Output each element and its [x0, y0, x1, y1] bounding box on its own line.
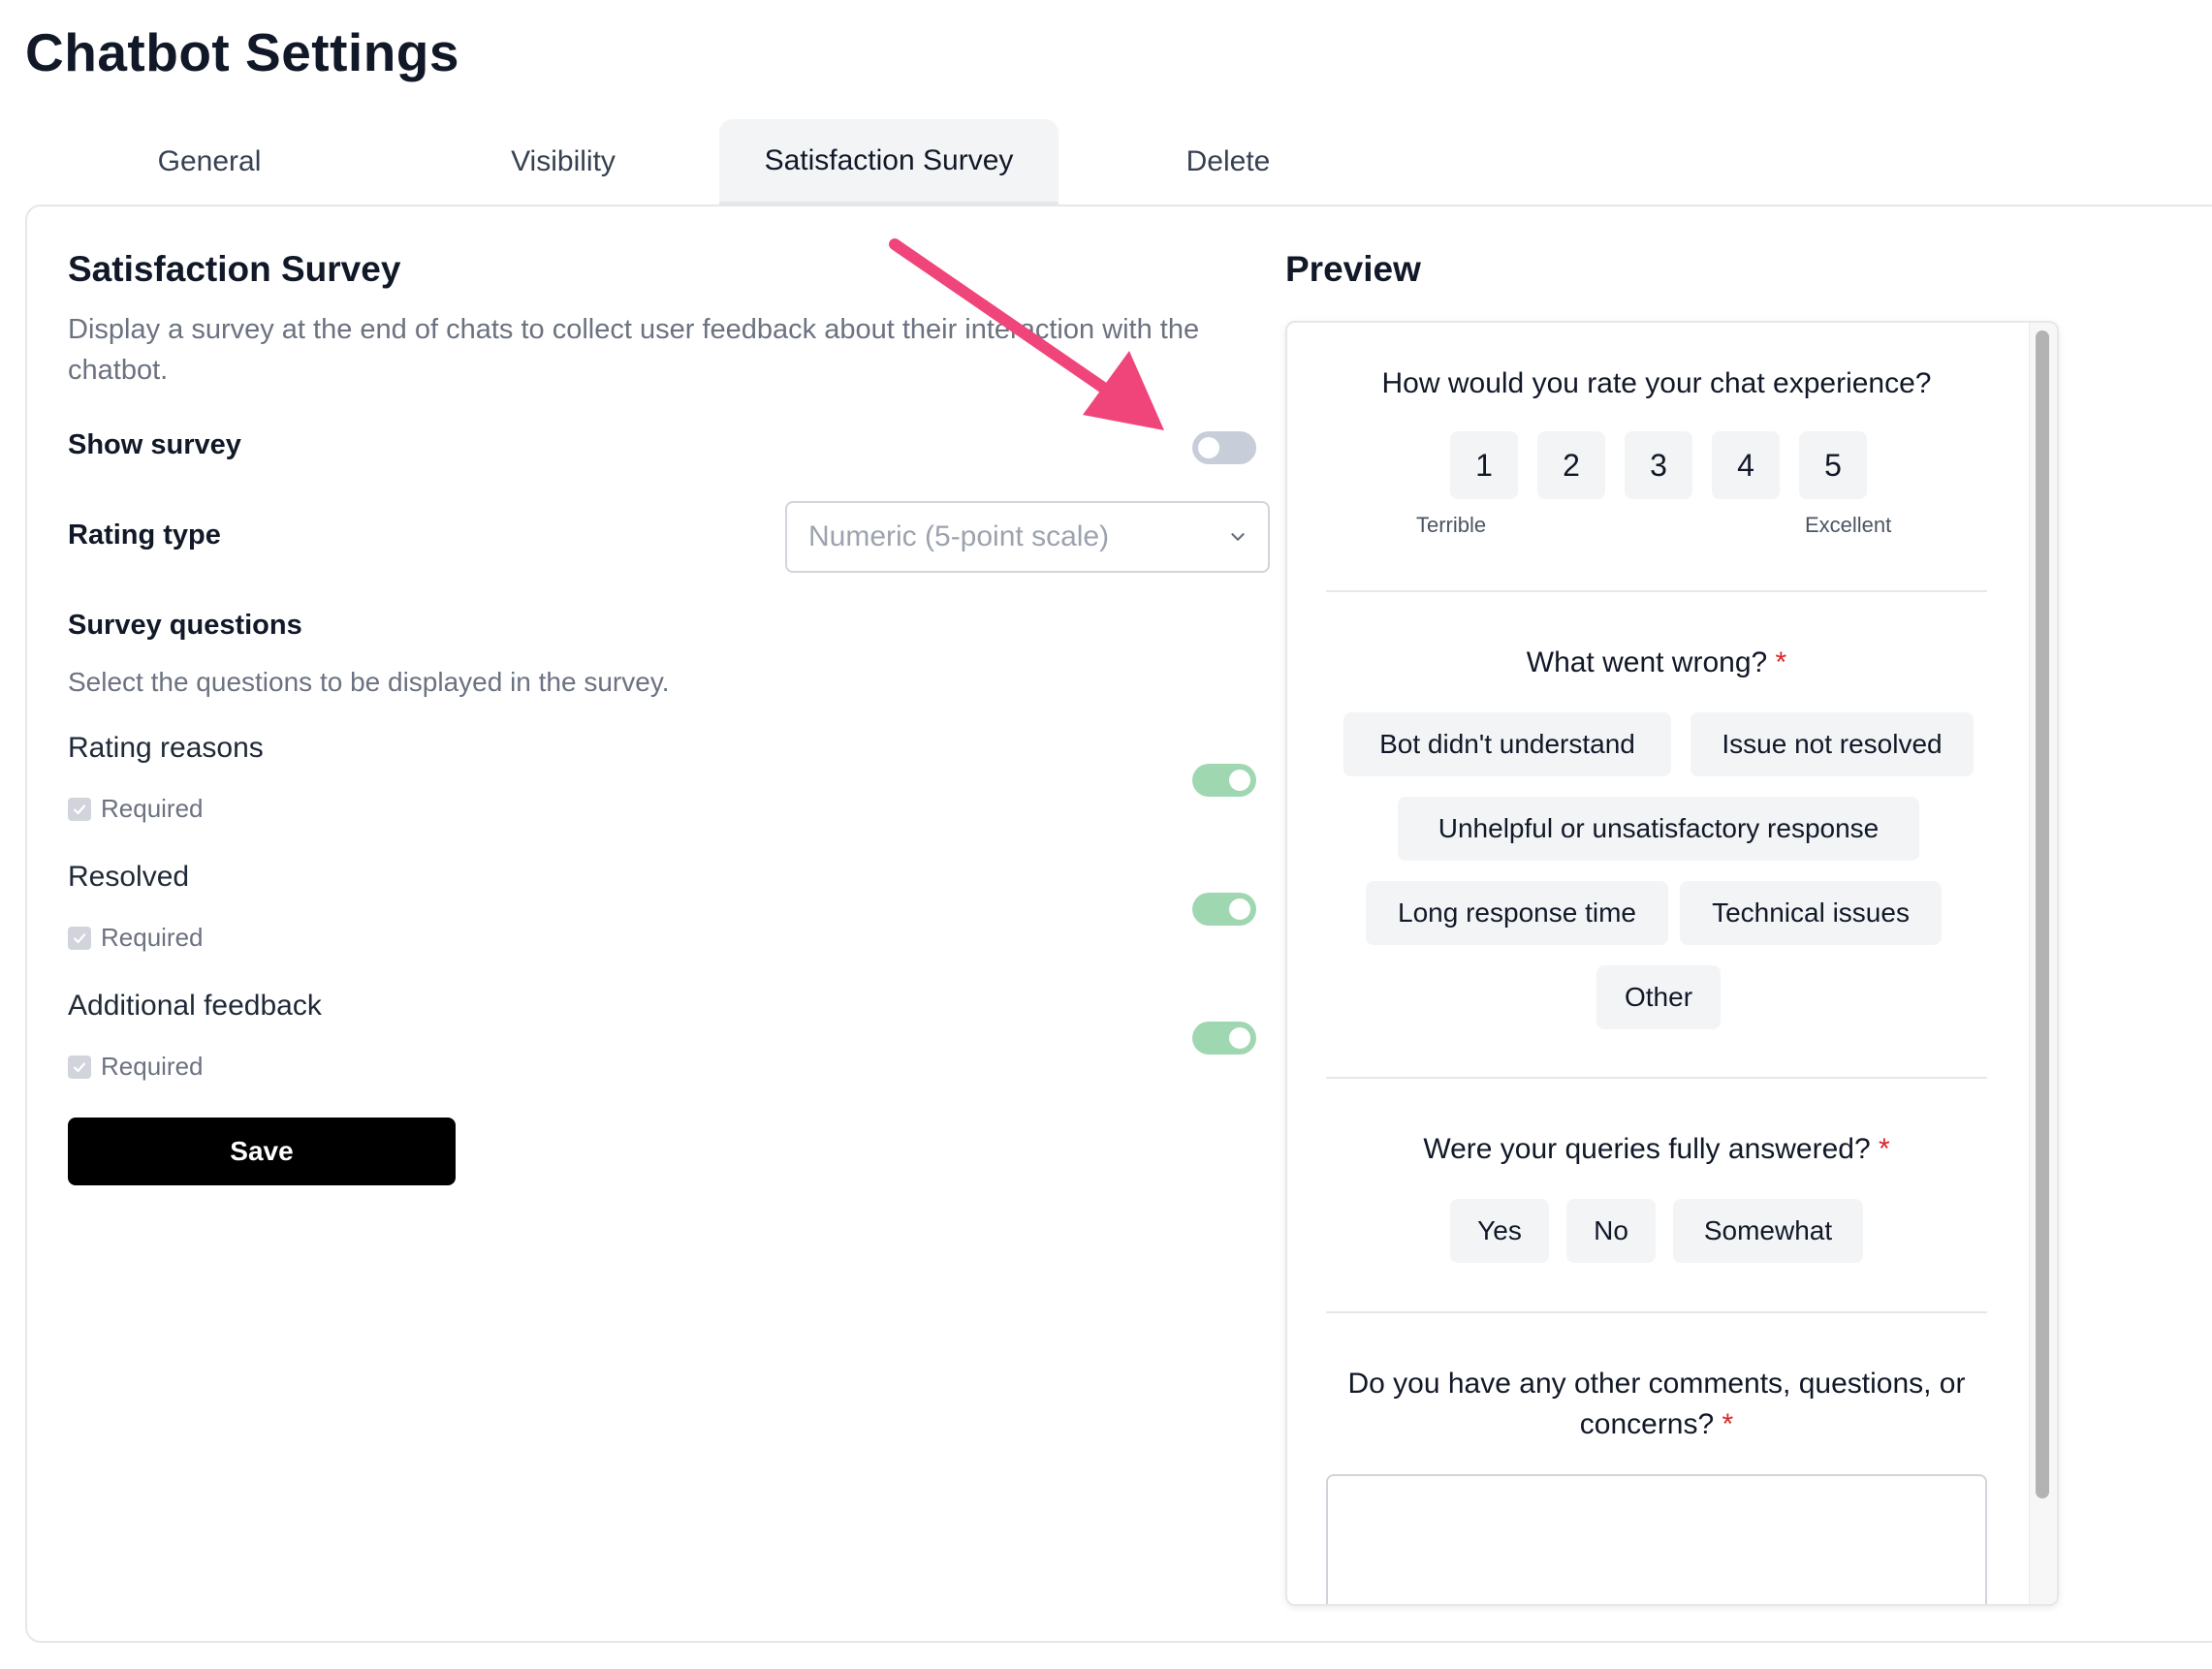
reasons-question: What went wrong? *: [1326, 643, 1987, 683]
resolved-question-text: Were your queries fully answered?: [1423, 1133, 1871, 1165]
rating-reasons-required-checkbox[interactable]: [68, 797, 91, 821]
reason-chip[interactable]: Issue not resolved: [1691, 712, 1974, 776]
survey-questions-title: Survey questions: [68, 610, 302, 641]
page-title: Chatbot Settings: [25, 22, 459, 82]
required-star: *: [1722, 1408, 1734, 1440]
reason-chip[interactable]: Bot didn't understand: [1343, 712, 1671, 776]
divider: [1326, 1311, 1987, 1313]
resolved-option-somewhat[interactable]: Somewhat: [1673, 1199, 1863, 1263]
resolved-toggle[interactable]: [1192, 893, 1256, 926]
toggle-knob: [1229, 898, 1250, 920]
check-icon: [73, 932, 86, 943]
survey-preview: How would you rate your chat experience?…: [1285, 321, 2059, 1606]
reason-chip[interactable]: Other: [1596, 965, 1721, 1029]
resolved-option-yes[interactable]: Yes: [1450, 1199, 1549, 1263]
toggle-knob: [1229, 770, 1250, 791]
chevron-down-icon: [1231, 533, 1245, 541]
tab-visibility[interactable]: Visibility: [394, 119, 733, 205]
resolved-required-checkbox[interactable]: [68, 926, 91, 950]
scale-low-label: Terrible: [1416, 513, 1487, 537]
scale-high-label: Excellent: [1805, 513, 1892, 537]
additional-feedback-required: Required: [68, 1052, 204, 1082]
toggle-knob: [1229, 1027, 1250, 1049]
rating-option-4[interactable]: 4: [1712, 431, 1780, 499]
additional-feedback-label: Additional feedback: [68, 990, 322, 1022]
check-icon: [73, 803, 86, 814]
rating-option-1[interactable]: 1: [1450, 431, 1518, 499]
rating-option-5[interactable]: 5: [1799, 431, 1867, 499]
preview-scrollbar[interactable]: [2029, 323, 2057, 1604]
preview-title: Preview: [1285, 249, 1421, 289]
tab-general[interactable]: General: [25, 119, 394, 205]
required-label: Required: [101, 923, 204, 952]
resolved-label: Resolved: [68, 861, 190, 893]
rating-reasons-toggle[interactable]: [1192, 764, 1256, 797]
feedback-textarea[interactable]: [1326, 1474, 1987, 1604]
resolved-question: Were your queries fully answered? *: [1326, 1129, 1987, 1170]
rating-question: How would you rate your chat experience?: [1381, 367, 1932, 399]
resolved-option-no[interactable]: No: [1566, 1199, 1656, 1263]
rating-reasons-label: Rating reasons: [68, 732, 264, 764]
required-label: Required: [101, 1052, 204, 1081]
check-icon: [73, 1061, 86, 1072]
reason-chip[interactable]: Long response time: [1366, 881, 1668, 945]
tab-satisfaction-survey[interactable]: Satisfaction Survey: [719, 119, 1059, 205]
divider: [1326, 590, 1987, 592]
scrollbar-thumb[interactable]: [2036, 331, 2049, 1498]
required-star: *: [1775, 646, 1787, 678]
reason-chip[interactable]: Unhelpful or unsatisfactory response: [1398, 797, 1919, 861]
required-star: *: [1879, 1133, 1890, 1165]
section-title: Satisfaction Survey: [68, 249, 401, 289]
tab-delete[interactable]: Delete: [1059, 119, 1398, 205]
rating-option-2[interactable]: 2: [1537, 431, 1605, 499]
required-label: Required: [101, 794, 204, 823]
show-survey-toggle[interactable]: [1192, 431, 1256, 464]
feedback-question: Do you have any other comments, question…: [1326, 1364, 1987, 1445]
rating-type-value: Numeric (5-point scale): [808, 520, 1110, 552]
additional-feedback-toggle[interactable]: [1192, 1022, 1256, 1055]
feedback-question-text: Do you have any other comments, question…: [1347, 1368, 1966, 1440]
resolved-required: Required: [68, 923, 204, 953]
reasons-question-text: What went wrong?: [1526, 646, 1768, 678]
rating-type-label: Rating type: [68, 520, 221, 551]
additional-feedback-required-checkbox[interactable]: [68, 1055, 91, 1079]
rating-reasons-required: Required: [68, 794, 204, 824]
survey-questions-description: Select the questions to be displayed in …: [68, 667, 670, 697]
toggle-knob: [1198, 437, 1219, 458]
show-survey-label: Show survey: [68, 429, 241, 460]
rating-type-select[interactable]: Numeric (5-point scale): [785, 501, 1270, 573]
save-button[interactable]: Save: [68, 1118, 456, 1185]
divider: [1326, 1077, 1987, 1079]
reason-chip[interactable]: Technical issues: [1680, 881, 1942, 945]
annotation-arrow-icon: [889, 238, 1164, 430]
rating-option-3[interactable]: 3: [1625, 431, 1692, 499]
